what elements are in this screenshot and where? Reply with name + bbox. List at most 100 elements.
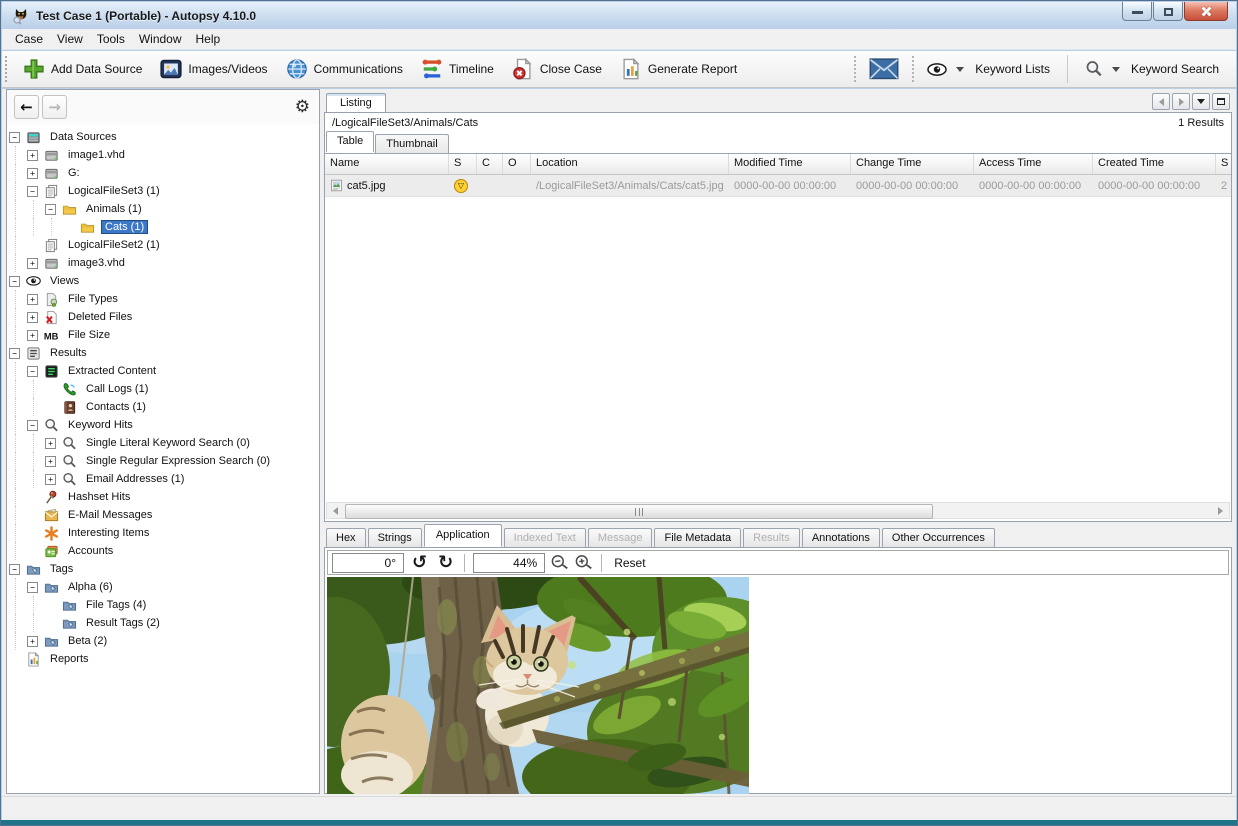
zoom-out-icon[interactable] [549, 552, 570, 573]
expand-icon[interactable]: + [27, 329, 38, 341]
column-header-created-time[interactable]: Created Time [1093, 154, 1216, 174]
minimize-button[interactable] [1122, 2, 1152, 21]
tree-item-g[interactable]: + G: [7, 164, 319, 182]
tree-item-image3-vhd[interactable]: + image3.vhd [7, 254, 319, 272]
close-case-button[interactable]: Close Case [503, 53, 611, 85]
tree-item-file-size[interactable]: + MB File Size [7, 326, 319, 344]
column-header-change-time[interactable]: Change Time [851, 154, 974, 174]
expand-icon[interactable]: + [27, 311, 38, 323]
tab-strings[interactable]: Strings [367, 528, 422, 548]
collapse-icon[interactable]: − [9, 347, 20, 359]
reset-button[interactable]: Reset [610, 556, 649, 570]
tree-item-data-sources[interactable]: − Data Sources [7, 128, 319, 146]
tree-item-contacts-1[interactable]: Contacts (1) [7, 398, 319, 416]
forward-button[interactable]: → [42, 95, 67, 119]
tree-item-beta-2[interactable]: + Beta (2) [7, 632, 319, 650]
tree-item-email-addresses-1[interactable]: + Email Addresses (1) [7, 470, 319, 488]
tab-thumbnail[interactable]: Thumbnail [375, 134, 449, 153]
column-header-o[interactable]: O [503, 154, 531, 174]
expand-icon[interactable]: + [27, 635, 38, 647]
title-bar[interactable]: Test Case 1 (Portable) - Autopsy 4.10.0 [2, 2, 1236, 29]
zoom-in-icon[interactable] [573, 552, 594, 573]
expand-icon[interactable]: + [27, 167, 38, 179]
tree-item-reports[interactable]: Reports [7, 650, 319, 668]
tree-item-hashset-hits[interactable]: Hashset Hits [7, 488, 319, 506]
tree-item-call-logs-1[interactable]: Call Logs (1) [7, 380, 319, 398]
tree-item-alpha-6[interactable]: − Alpha (6) [7, 578, 319, 596]
tab-file-metadata[interactable]: File Metadata [654, 528, 742, 548]
column-header-access-time[interactable]: Access Time [974, 154, 1093, 174]
column-header-c[interactable]: C [477, 154, 503, 174]
tab-listing[interactable]: Listing [326, 93, 386, 113]
zoom-level-field[interactable]: 44% [473, 552, 546, 573]
tree-item-single-regular-expression-search-0[interactable]: + Single Regular Expression Search (0) [7, 452, 319, 470]
tree-item-results[interactable]: − Results [7, 344, 319, 362]
tab-annotations[interactable]: Annotations [801, 528, 880, 548]
table-row[interactable]: cat5.jpg ▽ /LogicalFileSet3/Animals/Cats/c… [325, 175, 1231, 197]
maximize-pane-button[interactable] [1212, 93, 1230, 110]
scroll-right-arrow[interactable] [1212, 503, 1229, 518]
tree-item-accounts[interactable]: Accounts [7, 542, 319, 560]
collapse-icon[interactable]: − [27, 419, 38, 431]
menu-tools[interactable]: Tools [90, 30, 132, 48]
column-header-s[interactable]: S [449, 154, 477, 174]
expand-icon[interactable]: + [45, 437, 56, 449]
expand-icon[interactable]: + [45, 473, 56, 485]
rotate-counterclockwise-button[interactable]: ↺ [409, 552, 430, 573]
maximize-button[interactable] [1153, 2, 1183, 21]
close-window-button[interactable] [1184, 2, 1228, 21]
collapse-icon[interactable]: − [27, 185, 38, 197]
tree-item-cats-1[interactable]: Cats (1) [7, 218, 319, 236]
menu-view[interactable]: View [50, 30, 90, 48]
expand-icon[interactable]: + [27, 149, 38, 161]
scrollbar-thumb[interactable] [345, 504, 933, 519]
collapse-icon[interactable]: − [45, 203, 56, 215]
gear-icon[interactable]: ⚙ [295, 97, 310, 117]
tree-item-single-literal-keyword-search-0[interactable]: + Single Literal Keyword Search (0) [7, 434, 319, 452]
communications-button[interactable]: Communications [277, 53, 412, 85]
scroll-left-arrow[interactable] [327, 503, 344, 518]
horizontal-scrollbar[interactable] [326, 502, 1230, 519]
tab-other-occurrences[interactable]: Other Occurrences [881, 528, 995, 548]
tree-item-file-types[interactable]: + File Types [7, 290, 319, 308]
collapse-icon[interactable]: − [9, 275, 20, 287]
menu-help[interactable]: Help [189, 30, 228, 48]
tree-item-extracted-content[interactable]: − Extracted Content [7, 362, 319, 380]
generate-report-button[interactable]: Generate Report [611, 53, 746, 85]
tree-item-logicalfileset2-1[interactable]: LogicalFileSet2 (1) [7, 236, 319, 254]
timeline-button[interactable]: Timeline [412, 53, 503, 85]
collapse-icon[interactable]: − [9, 563, 20, 575]
rotate-clockwise-button[interactable]: ↻ [435, 552, 456, 573]
keyword-search-button[interactable]: Keyword Search [1076, 53, 1228, 85]
tab-list-dropdown-button[interactable] [1192, 93, 1210, 110]
expand-icon[interactable]: + [27, 257, 38, 269]
column-header-location[interactable]: Location [531, 154, 729, 174]
menu-window[interactable]: Window [132, 30, 189, 48]
tree-item-keyword-hits[interactable]: − Keyword Hits [7, 416, 319, 434]
rotation-field[interactable]: 0° [332, 552, 404, 573]
tree-item-logicalfileset3-1[interactable]: − LogicalFileSet3 (1) [7, 182, 319, 200]
tree-item-interesting-items[interactable]: Interesting Items [7, 524, 319, 542]
tab-table[interactable]: Table [326, 131, 375, 152]
tree-item-animals-1[interactable]: − Animals (1) [7, 200, 319, 218]
tree-item-file-tags-4[interactable]: File Tags (4) [7, 596, 319, 614]
tree-item-result-tags-2[interactable]: Result Tags (2) [7, 614, 319, 632]
messages-button[interactable] [860, 53, 908, 85]
tree-item-image1-vhd[interactable]: + image1.vhd [7, 146, 319, 164]
tab-application[interactable]: Application [423, 524, 502, 547]
column-header-name[interactable]: Name [325, 154, 449, 174]
column-header-modified-time[interactable]: Modified Time [729, 154, 851, 174]
expand-icon[interactable]: + [27, 293, 38, 305]
images-videos-button[interactable]: Images/Videos [151, 53, 276, 85]
keyword-lists-button[interactable]: Keyword Lists [918, 53, 1059, 85]
menu-case[interactable]: Case [8, 30, 50, 48]
back-button[interactable]: ← [14, 95, 39, 119]
collapse-icon[interactable]: − [27, 365, 38, 377]
collapse-icon[interactable]: − [9, 131, 20, 143]
scroll-tabs-left-button[interactable] [1152, 93, 1170, 110]
tab-hex[interactable]: Hex [326, 528, 366, 548]
tree-item-deleted-files[interactable]: + Deleted Files [7, 308, 319, 326]
add-data-source-button[interactable]: Add Data Source [14, 53, 151, 85]
tree-item-tags[interactable]: − Tags [7, 560, 319, 578]
tree-item-e-mail-messages[interactable]: E-Mail Messages [7, 506, 319, 524]
